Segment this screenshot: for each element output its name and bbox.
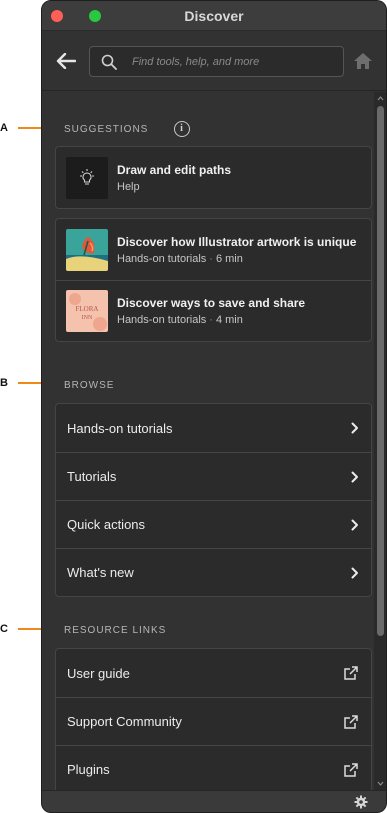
search-box[interactable]	[89, 46, 344, 77]
tutorial-duration: 4 min	[215, 314, 243, 326]
browse-item-label: Quick actions	[67, 517, 146, 532]
callout-c: C	[0, 622, 55, 636]
title-bar: Discover	[42, 1, 386, 31]
tutorial-item-save-share[interactable]: FLORA INN Discover ways to save and shar…	[56, 280, 371, 341]
tutorial-title: Discover ways to save and share	[117, 296, 306, 310]
suggestions-heading: SUGGESTIONS	[64, 124, 149, 135]
chevron-right-icon	[351, 519, 358, 530]
search-input[interactable]	[132, 55, 343, 68]
tutorial-text: Discover how Illustrator artwork is uniq…	[117, 235, 356, 265]
chevron-right-icon	[351, 471, 358, 482]
panel-footer	[42, 790, 386, 812]
search-icon	[100, 53, 118, 71]
callout-c-letter: C	[0, 623, 8, 635]
tutorial-category: Hands-on tutorials	[117, 252, 207, 265]
browse-list: Hands-on tutorials Tutorials Quick actio…	[55, 403, 372, 597]
suggestion-text: Draw and edit paths Help	[117, 163, 231, 193]
browse-heading: BROWSE	[64, 380, 115, 391]
browse-item-quick-actions[interactable]: Quick actions	[56, 500, 371, 548]
browse-item-hands-on-tutorials[interactable]: Hands-on tutorials	[56, 404, 371, 452]
lightbulb-icon	[66, 156, 108, 199]
window-title: Discover	[184, 8, 244, 24]
tutorial-title: Discover how Illustrator artwork is uniq…	[117, 234, 357, 249]
suggestion-card-help: Draw and edit paths Help	[55, 146, 372, 209]
callout-a: A	[0, 121, 55, 135]
meta-separator: ·	[209, 252, 213, 265]
suggestion-title: Draw and edit paths	[117, 162, 232, 177]
callout-b: B	[0, 376, 55, 390]
suggestion-subtitle: Help	[117, 180, 140, 193]
tutorial-thumbnail-flora-inn: FLORA INN	[66, 290, 108, 332]
tutorial-thumbnail-artwork	[66, 228, 108, 271]
tutorial-duration: 6 min	[215, 252, 243, 265]
gear-icon[interactable]	[354, 795, 368, 809]
discover-content: SUGGESTIONS i Draw and edit paths Help D…	[42, 92, 374, 790]
external-link-icon	[344, 714, 358, 729]
search-toolbar	[42, 31, 386, 91]
tutorial-meta: Hands-on tutorials · 4 min	[117, 314, 305, 326]
external-link-icon	[344, 666, 358, 680]
home-button[interactable]	[352, 51, 374, 71]
external-link-icon	[344, 762, 358, 777]
tutorial-meta: Hands-on tutorials · 6 min	[117, 253, 356, 265]
vertical-scrollbar[interactable]	[374, 92, 386, 790]
tutorial-item-artwork[interactable]: Discover how Illustrator artwork is uniq…	[56, 219, 371, 280]
resource-link-label: Plugins	[67, 762, 110, 777]
scroll-thumb[interactable]	[377, 106, 384, 636]
chevron-right-icon	[351, 422, 358, 434]
resource-links-heading: RESOURCE LINKS	[64, 625, 167, 636]
tutorial-category: Hands-on tutorials	[117, 314, 207, 326]
browse-item-whats-new[interactable]: What's new	[56, 548, 371, 596]
callout-b-letter: B	[0, 377, 8, 389]
back-button[interactable]	[54, 49, 78, 73]
scroll-down-icon[interactable]	[377, 780, 384, 787]
resource-link-plugins[interactable]: Plugins	[56, 745, 371, 790]
resource-links-list: User guide Support Community Plugins	[55, 648, 372, 790]
callout-a-letter: A	[0, 122, 8, 134]
info-icon[interactable]: i	[174, 121, 190, 137]
thumbnail-text-flora: FLORA	[76, 305, 99, 313]
chevron-right-icon	[351, 567, 358, 578]
discover-window: Discover SUGGESTIONS i	[41, 0, 387, 813]
scroll-up-icon[interactable]	[377, 95, 384, 102]
arrow-left-icon	[56, 53, 76, 69]
meta-separator: ·	[209, 314, 213, 326]
browse-item-label: Tutorials	[67, 469, 117, 484]
browse-item-label: Hands-on tutorials	[67, 420, 173, 436]
resource-link-support-community[interactable]: Support Community	[56, 697, 371, 745]
resource-link-user-guide[interactable]: User guide	[56, 649, 371, 697]
browse-item-tutorials[interactable]: Tutorials	[56, 452, 371, 500]
suggestion-item-draw-paths[interactable]: Draw and edit paths Help	[56, 147, 371, 208]
browse-item-label: What's new	[67, 565, 134, 580]
resource-link-label: Support Community	[67, 714, 182, 729]
suggestions-heading-wrap: SUGGESTIONS i	[64, 121, 190, 137]
tutorial-text: Discover ways to save and share Hands-on…	[117, 296, 305, 326]
resource-link-label: User guide	[67, 665, 130, 681]
suggestion-card-tutorials: Discover how Illustrator artwork is uniq…	[55, 218, 372, 342]
thumbnail-text-inn: INN	[82, 315, 93, 321]
home-icon	[354, 53, 372, 69]
